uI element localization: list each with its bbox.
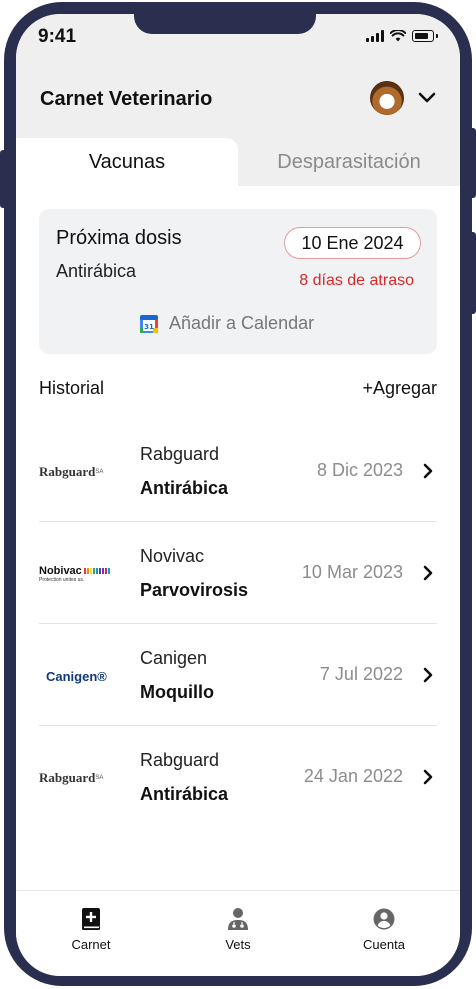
chevron-down-icon[interactable]	[418, 92, 436, 104]
next-dose-card: Próxima dosis Antirábica 10 Ene 2024 8 d…	[39, 209, 437, 354]
overdue-text: 8 días de atraso	[299, 272, 414, 289]
row-brand: Novivac	[140, 546, 205, 566]
signal-icon	[366, 30, 384, 42]
rabguard-logo: Rabguard SA	[39, 770, 104, 785]
nav-cuenta-label: Cuenta	[363, 937, 405, 952]
nav-carnet-label: Carnet	[71, 937, 111, 952]
chevron-right-icon	[423, 769, 433, 785]
row-vaccine: Moquillo	[140, 682, 214, 702]
history-row[interactable]: Nobivac Protection unites us. Novivac Pa…	[39, 522, 437, 624]
status-time: 9:41	[38, 26, 77, 47]
history-list: Rabguard SA Rabguard Antirábica 8 Dic 202…	[39, 420, 437, 828]
phone-frame: 9:41 Carnet Veterinario Vacunas Desparas…	[0, 0, 476, 989]
history-row[interactable]: Rabguard SA Rabguard Antirábica 8 Dic 202…	[39, 420, 437, 522]
nav-cuenta[interactable]: Cuenta	[339, 907, 429, 952]
page-title: Carnet Veterinario	[40, 88, 213, 110]
google-calendar-icon: 31	[140, 314, 158, 333]
row-date: 10 Mar 2023	[301, 562, 403, 582]
battery-icon	[412, 30, 434, 42]
chevron-right-icon	[423, 463, 433, 479]
svg-text:31: 31	[144, 323, 154, 331]
screen: 9:41 Carnet Veterinario Vacunas Desparas…	[16, 14, 460, 976]
book-plus-icon	[82, 908, 100, 930]
nav-vets[interactable]: Vets	[193, 907, 283, 952]
pet-avatar[interactable]	[370, 81, 404, 115]
tab-vacunas[interactable]: Vacunas	[16, 138, 238, 186]
row-date: 24 Jan 2022	[303, 766, 403, 786]
battery-cap	[436, 34, 438, 38]
notch	[134, 14, 316, 34]
chevron-right-icon	[423, 565, 433, 581]
row-brand: Rabguard	[140, 750, 220, 770]
wifi-icon	[390, 30, 406, 42]
add-to-calendar-label: Añadir a Calendar	[169, 313, 315, 333]
chevron-right-icon	[423, 667, 433, 683]
bottom-nav: Carnet Vets Cuenta	[16, 890, 460, 976]
tab-desparasitacion[interactable]: Desparasitación	[238, 138, 460, 186]
row-vaccine: Parvovirosis	[140, 580, 249, 600]
add-to-calendar-button[interactable]: 31 Añadir a Calendar	[139, 313, 314, 334]
nav-vets-label: Vets	[225, 937, 251, 952]
row-vaccine: Antirábica	[140, 478, 229, 498]
next-dose-vaccine: Antirábica	[56, 261, 137, 281]
add-record-button[interactable]: +Agregar	[362, 378, 437, 399]
rabguard-logo: Rabguard SA	[39, 464, 104, 479]
nobivac-logo: Nobivac Protection unites us.	[39, 564, 119, 584]
nav-carnet[interactable]: Carnet	[46, 907, 136, 952]
history-row[interactable]: Rabguard SA Rabguard Antirábica 24 Jan 20…	[39, 726, 437, 828]
history-row[interactable]: Canigen® Canigen Moquillo 7 Jul 2022	[39, 624, 437, 726]
row-brand: Rabguard	[140, 444, 220, 464]
next-dose-date-badge: 10 Ene 2024	[284, 227, 421, 259]
history-heading: Historial	[39, 378, 105, 398]
tab-bar: Vacunas Desparasitación	[16, 138, 460, 186]
row-date: 8 Dic 2023	[316, 460, 403, 480]
row-brand: Canigen	[140, 648, 208, 668]
status-icons	[366, 30, 438, 42]
doctor-icon	[228, 908, 248, 930]
row-vaccine: Antirábica	[140, 784, 229, 804]
canigen-logo: Canigen®	[46, 668, 107, 684]
row-date: 7 Jul 2022	[319, 664, 403, 684]
next-dose-title: Próxima dosis	[56, 227, 182, 249]
account-icon	[373, 908, 395, 930]
